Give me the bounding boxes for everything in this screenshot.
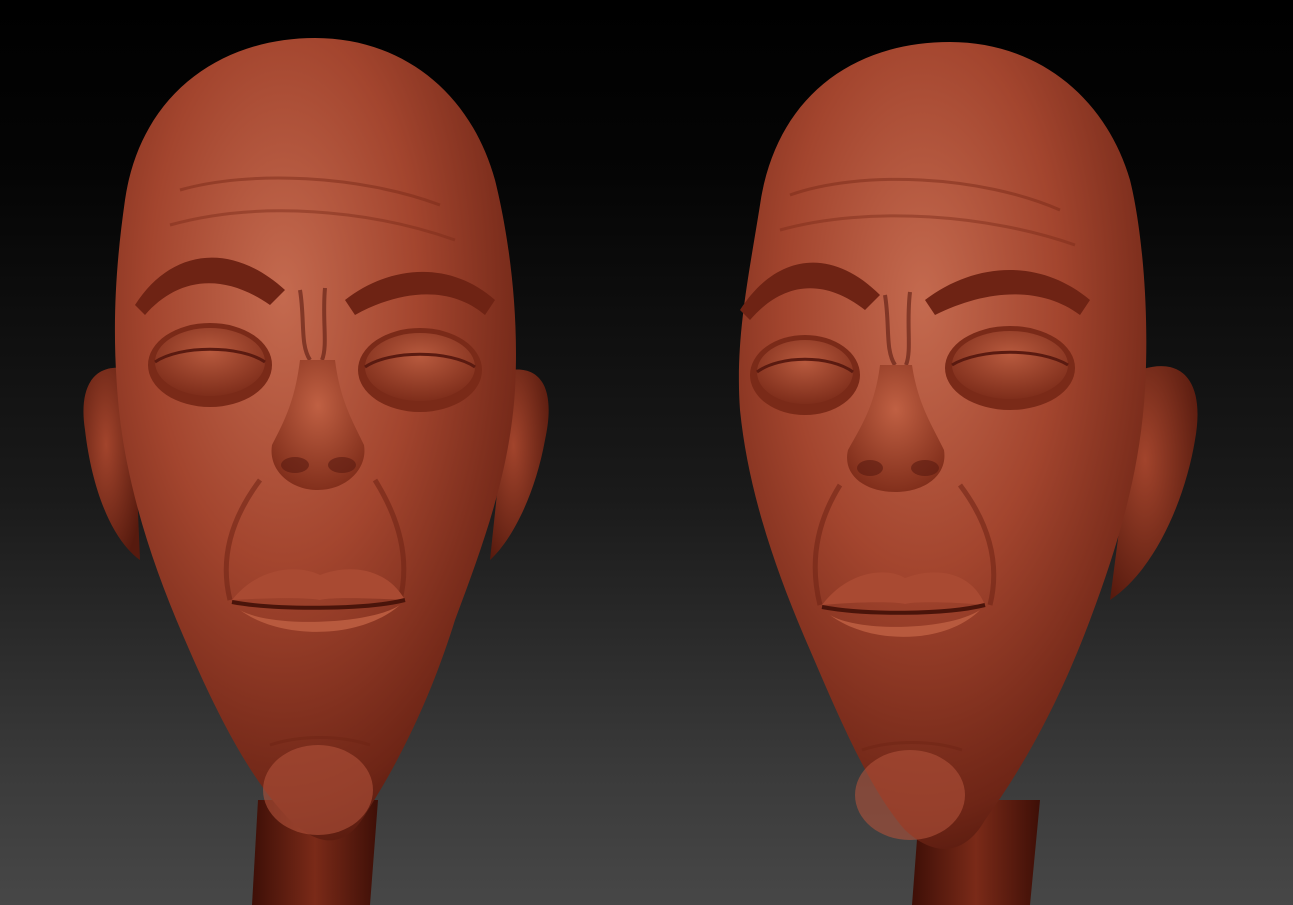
head-three-quarter-view — [738, 42, 1198, 905]
skull — [738, 42, 1147, 849]
sculpt-viewport — [0, 0, 1293, 905]
head-front-view — [83, 38, 549, 905]
sculpt-render — [83, 38, 1198, 905]
